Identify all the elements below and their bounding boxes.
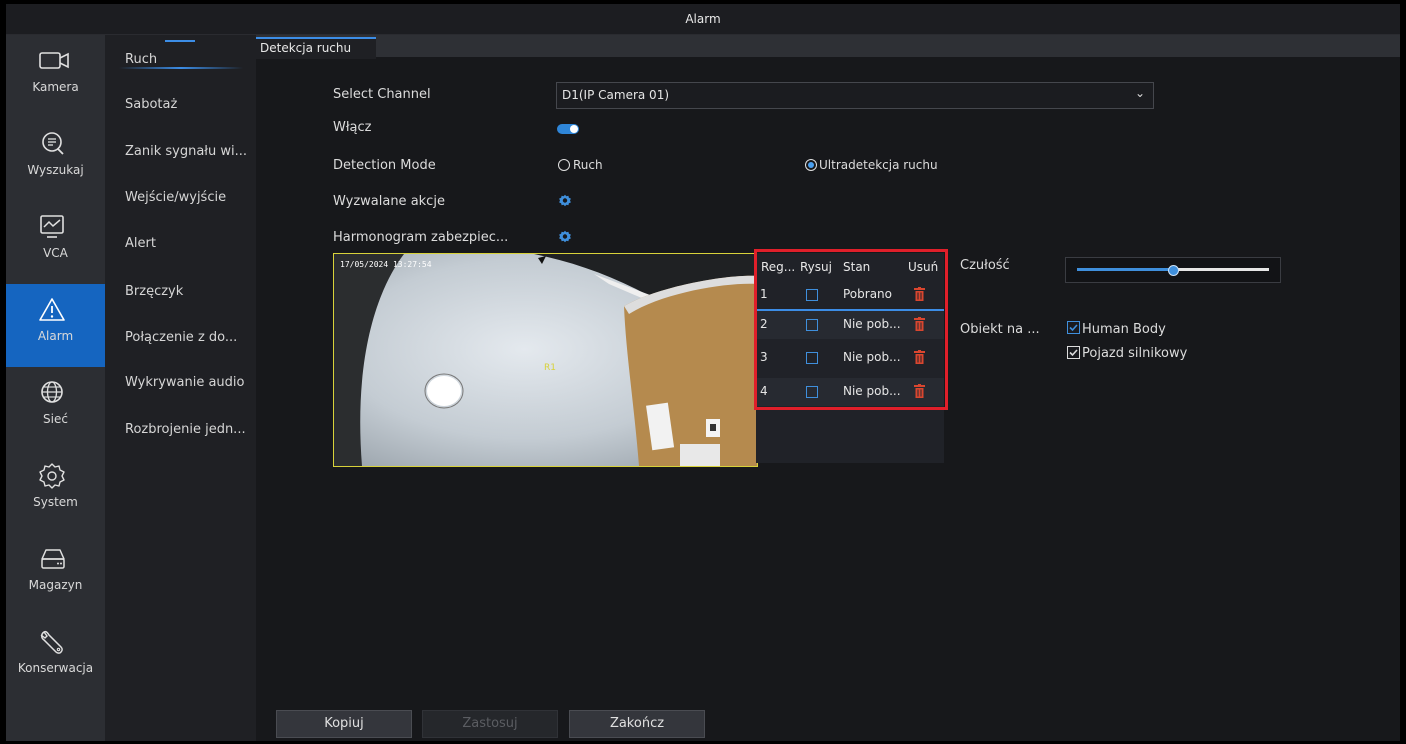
window-title: Alarm: [685, 12, 721, 26]
nav-label: Sieć: [43, 412, 68, 426]
submenu-item-alert[interactable]: Alert: [125, 236, 156, 251]
radio-selected-dot: [808, 162, 814, 168]
preview-timestamp: 17/05/2024 13:27:54: [340, 260, 432, 269]
finish-button[interactable]: Zakończ: [569, 710, 705, 738]
nav-label: Kamera: [32, 80, 79, 94]
sensitivity-slider[interactable]: [1065, 257, 1281, 283]
submenu-item-sabotaz[interactable]: Sabotaż: [125, 97, 177, 112]
schedule-gear-icon[interactable]: [558, 230, 572, 244]
slider-thumb[interactable]: [1168, 265, 1179, 276]
wrench-icon: [40, 630, 63, 654]
radio-ruch[interactable]: [558, 159, 570, 171]
apply-button-label: Zastosuj: [462, 716, 518, 731]
nav-item-konserwacja[interactable]: Konserwacja: [6, 616, 105, 699]
nav-label: Wyszukaj: [27, 163, 84, 177]
schedule-label: Harmonogram zabezpiec...: [333, 230, 509, 245]
radio-ruch-label: Ruch: [573, 158, 603, 172]
camera-preview[interactable]: R1 17/05/2024 13:27:54: [333, 253, 758, 467]
highlight-annotation-box: [754, 249, 948, 410]
select-channel-label: Select Channel: [333, 87, 431, 102]
tab-label: Detekcja ruchu: [260, 41, 352, 55]
motor-vehicle-checkbox[interactable]: [1067, 346, 1080, 359]
alarm-warning-icon: [39, 298, 65, 321]
main-nav: Kamera Wyszukaj VCA Alarm Sieć System Ma…: [6, 35, 105, 741]
object-type-label: Obiekt na ...: [960, 322, 1040, 337]
checkmark-icon: [1069, 324, 1078, 332]
submenu-item-polaczenie[interactable]: Połączenie z do...: [125, 330, 237, 345]
radio-ultradetekcja[interactable]: [805, 159, 817, 171]
nav-item-kamera[interactable]: Kamera: [6, 35, 105, 118]
nav-item-wyszukaj[interactable]: Wyszukaj: [6, 118, 105, 201]
copy-button[interactable]: Kopiuj: [276, 710, 412, 738]
human-body-label: Human Body: [1082, 322, 1166, 337]
copy-button-label: Kopiuj: [324, 716, 364, 731]
storage-drive-icon: [41, 549, 65, 569]
nav-item-siec[interactable]: Sieć: [6, 367, 105, 450]
active-submenu-indicator: [119, 67, 243, 69]
tab-bar: [256, 35, 1400, 57]
enable-toggle[interactable]: [557, 124, 579, 134]
detection-mode-label: Detection Mode: [333, 158, 436, 173]
triggered-actions-gear-icon[interactable]: [558, 194, 572, 208]
nav-item-system[interactable]: System: [6, 450, 105, 533]
human-body-checkbox[interactable]: [1067, 321, 1080, 334]
slider-fill: [1077, 268, 1173, 271]
channel-select[interactable]: D1(IP Camera 01) ⌄: [556, 82, 1154, 109]
submenu-item-wejscie-wyjscie[interactable]: Wejście/wyjście: [125, 190, 226, 205]
nav-label: System: [33, 495, 78, 509]
sensitivity-label: Czułość: [960, 258, 1010, 273]
enable-label: Włącz: [333, 120, 372, 135]
nav-item-magazyn[interactable]: Magazyn: [6, 533, 105, 616]
nav-label: VCA: [43, 246, 68, 260]
active-submenu-indicator-top: [165, 40, 195, 42]
submenu-item-wykrywanie-audio[interactable]: Wykrywanie audio: [125, 375, 245, 390]
nav-label: Konserwacja: [17, 661, 94, 675]
region-marker-label: R1: [544, 363, 556, 373]
apply-button[interactable]: Zastosuj: [422, 710, 558, 738]
gear-icon: [39, 463, 65, 489]
submenu-item-ruch[interactable]: Ruch: [125, 52, 157, 67]
nav-label: Alarm: [37, 329, 74, 343]
submenu-item-zanik-sygnalu[interactable]: Zanik sygnału wi...: [125, 144, 247, 159]
checkmark-icon: [1069, 349, 1078, 357]
search-icon: [42, 132, 64, 155]
fisheye-scene-image: R1: [334, 254, 757, 466]
chevron-down-icon: ⌄: [1134, 86, 1145, 100]
nav-item-alarm[interactable]: Alarm: [6, 284, 105, 367]
channel-select-value: D1(IP Camera 01): [562, 88, 670, 102]
nav-item-vca[interactable]: VCA: [6, 201, 105, 284]
globe-icon: [41, 381, 63, 403]
toggle-knob: [570, 125, 578, 133]
camera-icon: [39, 52, 69, 69]
finish-button-label: Zakończ: [609, 716, 665, 731]
submenu-item-rozbrojenie[interactable]: Rozbrojenie jedn...: [125, 422, 246, 437]
radio-ultradetekcja-label: Ultradetekcja ruchu: [819, 158, 938, 172]
submenu-item-brzeczyk[interactable]: Brzęczyk: [125, 284, 183, 299]
nav-label: Magazyn: [28, 578, 83, 592]
vca-monitor-icon: [40, 215, 64, 238]
motor-vehicle-label: Pojazd silnikowy: [1082, 346, 1188, 361]
title-bar: Alarm: [6, 4, 1400, 35]
tab-detekcja-ruchu[interactable]: Detekcja ruchu: [256, 37, 376, 59]
triggered-actions-label: Wyzwalane akcje: [333, 194, 445, 209]
